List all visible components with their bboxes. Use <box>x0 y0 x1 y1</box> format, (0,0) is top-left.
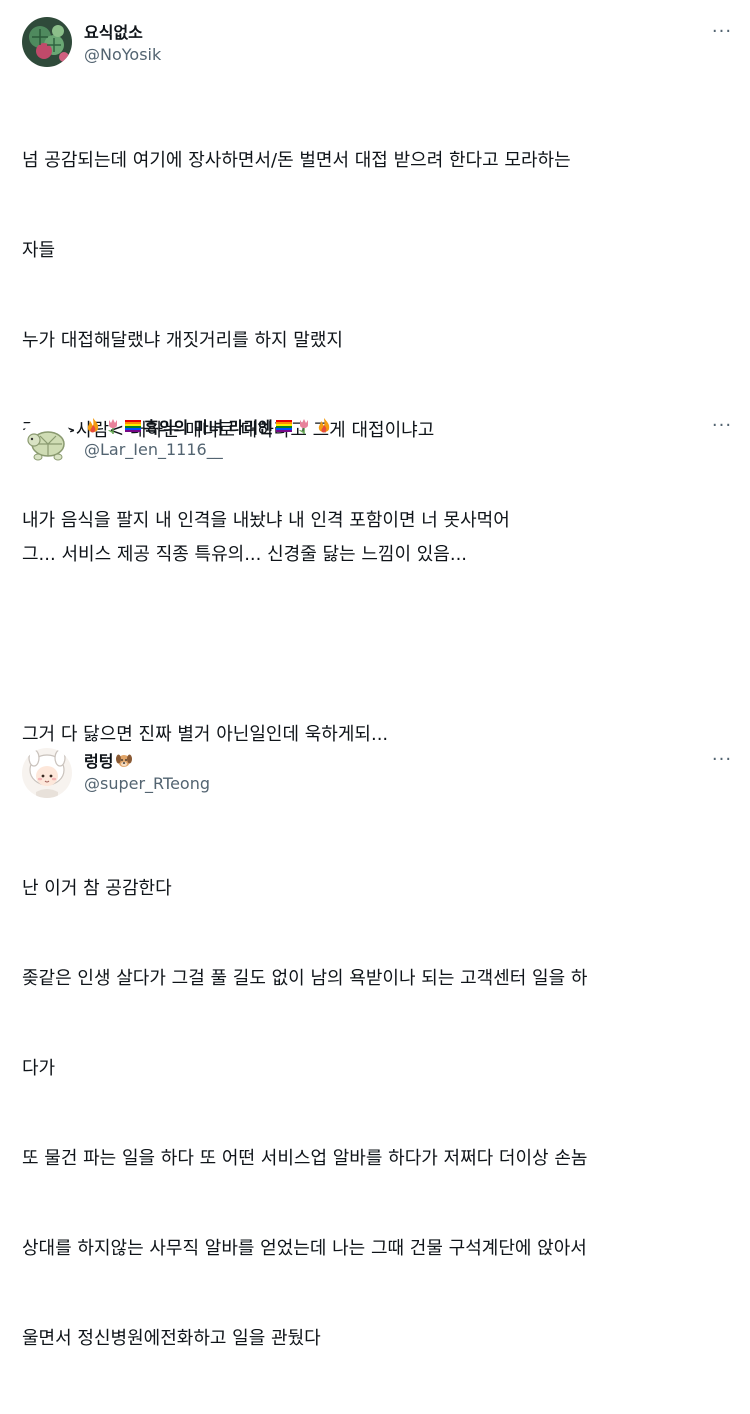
tweet-card[interactable]: 렁텅 @super_RTeong ··· 난 이거 참 공감한다 좆같은 인생 … <box>0 720 750 1349</box>
tweet-line: 좆같은 인생 살다가 그걸 풀 길도 없이 남의 욕받이나 되는 고객센터 일을… <box>22 968 588 989</box>
tweet-line: 그... 서비스 제공 직종 특유의... 신경줄 닳는 느낌이 있음... <box>22 544 468 565</box>
tweet-card[interactable]: 요식없소 @NoYosik ··· 넘 공감되는데 여기에 장사하면서/돈 벌면… <box>0 0 750 531</box>
more-icon: ··· <box>711 414 733 436</box>
tweet-line: 울면서 정신병원에전화하고 일을 관뒀다 <box>22 1328 321 1349</box>
tweet-line: 넘 공감되는데 여기에 장사하면서/돈 벌면서 대접 받으려 한다고 모라하는 <box>22 150 571 171</box>
tweet-line: 또 물건 파는 일을 하다 또 어떤 서비스업 알바를 하다가 저쩌다 더이상 … <box>22 1148 588 1169</box>
user-avatar[interactable] <box>22 748 72 798</box>
more-icon: ··· <box>711 748 733 770</box>
user-handle[interactable]: @super_RTeong <box>84 774 210 793</box>
tweet-line: 상대를 하지않는 사무직 알바를 얻었는데 나는 그때 건물 구석계단에 앉아서 <box>22 1238 587 1259</box>
rainbow-flag-emoji-icon <box>275 420 292 432</box>
dog-face-emoji-icon <box>116 754 133 767</box>
more-options-button[interactable]: ··· <box>708 20 736 42</box>
tweet-line: 난 이거 참 공감한다 <box>22 878 172 899</box>
tulip-emoji-icon <box>108 419 117 434</box>
tweet-line: 다가 <box>22 1058 56 1079</box>
display-name[interactable]: 요식없소 <box>84 19 143 43</box>
more-icon: ··· <box>711 20 733 42</box>
tulip-emoji-icon <box>298 419 308 434</box>
fire-emoji-icon <box>87 418 99 433</box>
tweet-text: 난 이거 참 공감한다 좆같은 인생 살다가 그걸 풀 길도 없이 남의 욕받이… <box>22 814 734 1414</box>
more-options-button[interactable]: ··· <box>708 748 736 770</box>
user-handle[interactable]: @Lar_Ien_1116__ <box>84 440 223 459</box>
fire-emoji-icon <box>318 418 330 433</box>
tweet-card[interactable]: 흑의의 마녀 라리엔 @Lar_Ien_1116__ ··· 그... 서비스 … <box>0 370 750 745</box>
tweet-line: 자들 <box>22 240 56 261</box>
display-name-text[interactable]: 흑의의 마녀 라리엔 <box>144 414 273 438</box>
tweet-line: 누가 대접해달랬냐 개짓거리를 하지 말랬지 <box>22 330 343 351</box>
more-options-button[interactable]: ··· <box>708 414 736 436</box>
user-avatar[interactable] <box>22 416 72 466</box>
display-name[interactable]: 흑의의 마녀 라리엔 <box>84 414 333 438</box>
display-name[interactable]: 렁텅 <box>84 748 133 772</box>
tweet-line <box>22 630 734 660</box>
user-avatar[interactable] <box>22 17 72 67</box>
display-name-text[interactable]: 렁텅 <box>84 748 113 772</box>
display-name-text[interactable]: 요식없소 <box>84 19 143 43</box>
user-handle[interactable]: @NoYosik <box>84 45 161 64</box>
rainbow-flag-emoji-icon <box>125 420 141 432</box>
